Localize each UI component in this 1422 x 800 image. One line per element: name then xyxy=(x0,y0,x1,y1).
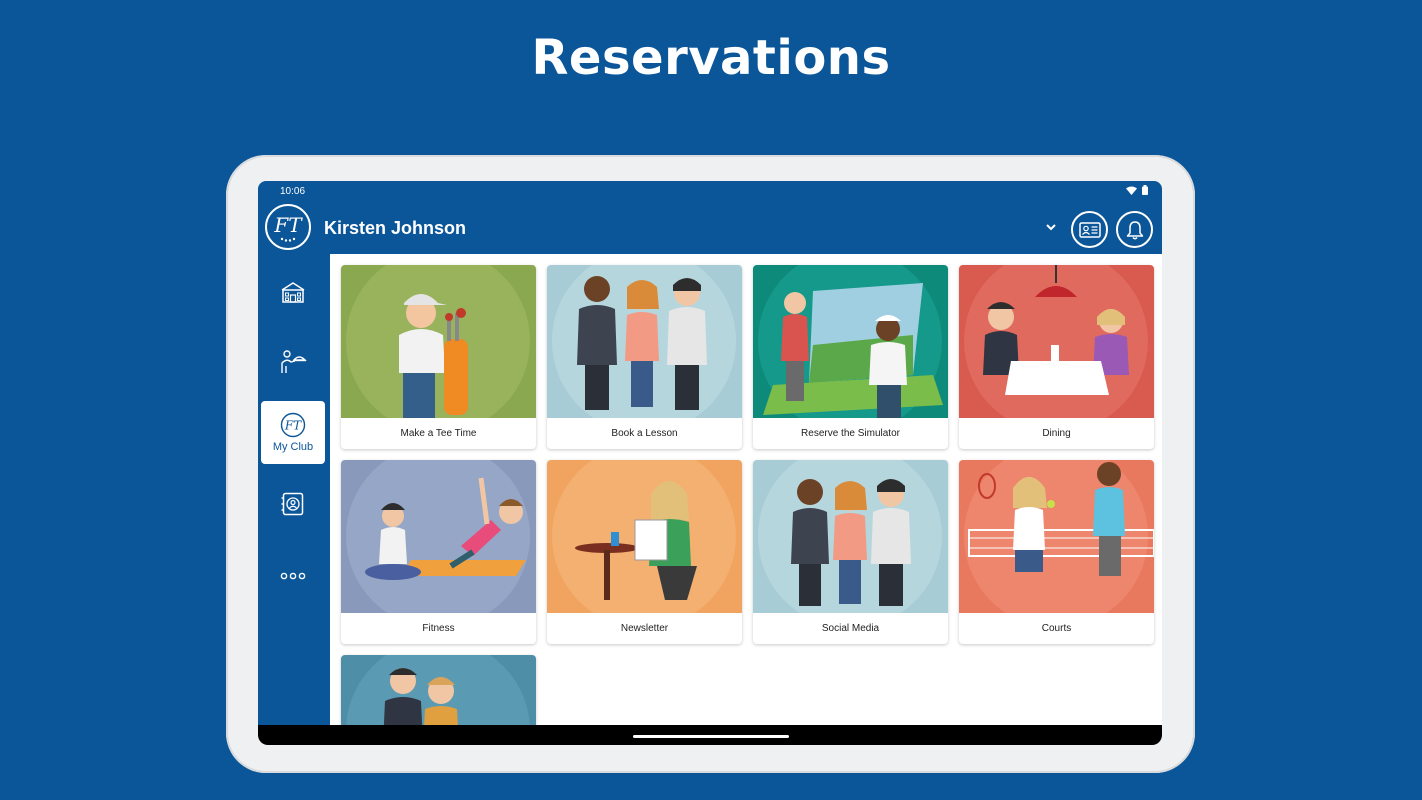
tile-tee-time[interactable]: Make a Tee Time xyxy=(341,265,536,449)
tile-illustration xyxy=(547,265,742,418)
sidebar-item-member-id[interactable] xyxy=(261,472,325,535)
tile-label: Newsletter xyxy=(620,623,669,634)
page-headline: Reservations xyxy=(531,30,891,86)
sidebar-item-more[interactable] xyxy=(261,544,325,607)
tile-fitness[interactable]: Fitness xyxy=(341,460,536,644)
sidebar-item-clubhouse[interactable] xyxy=(261,260,325,323)
notifications-button[interactable] xyxy=(1116,211,1153,248)
tile-label: Book a Lesson xyxy=(611,428,678,439)
sidebar-item-dining[interactable] xyxy=(261,330,325,393)
tile-newsletter[interactable]: Newsletter xyxy=(547,460,742,644)
tile-label: Reserve the Simulator xyxy=(801,428,900,439)
tile-label: Fitness xyxy=(422,623,455,634)
home-indicator[interactable] xyxy=(633,735,789,738)
tile-label: Make a Tee Time xyxy=(400,428,477,439)
tile-illustration xyxy=(753,265,948,418)
app-header: FT Kirsten Johnson xyxy=(258,201,1162,254)
tile-illustration xyxy=(341,460,536,613)
member-id-icon xyxy=(281,492,304,515)
sidebar-item-my-club[interactable]: FT My Club xyxy=(261,401,325,464)
tile-label: Courts xyxy=(1041,623,1072,634)
tile-illustration xyxy=(959,460,1154,613)
tile-illustration xyxy=(959,265,1154,418)
tile-illustration xyxy=(341,265,536,418)
member-card-icon xyxy=(1078,221,1101,238)
club-logo[interactable]: FT xyxy=(265,204,311,250)
svg-text:FT: FT xyxy=(284,419,302,433)
app-screen: 10:06 FT Kirsten Johnson FT My Club Make… xyxy=(258,181,1162,745)
logo-text: FT xyxy=(273,213,303,237)
reservation-grid: Make a Tee Time Book a Lesson Reserve th… xyxy=(330,254,1162,725)
tile-social-media[interactable]: Social Media xyxy=(753,460,948,644)
sidebar-nav: FT My Club xyxy=(258,254,330,725)
wifi-icon xyxy=(1126,186,1137,195)
club-logo-icon: FT xyxy=(280,412,306,438)
tile-illustration xyxy=(341,655,536,725)
tile-label: Dining xyxy=(1042,428,1071,439)
chevron-down-icon[interactable] xyxy=(1044,222,1058,232)
bell-icon xyxy=(1126,220,1143,239)
system-nav-bar xyxy=(258,725,1162,745)
member-card-button[interactable] xyxy=(1071,211,1108,248)
status-time: 10:06 xyxy=(280,186,306,197)
battery-icon xyxy=(1142,185,1148,195)
tile-illustration xyxy=(547,460,742,613)
status-bar: 10:06 xyxy=(258,181,1162,201)
more-icon xyxy=(280,572,306,579)
user-name: Kirsten Johnson xyxy=(324,218,467,238)
tile-simulator[interactable]: Reserve the Simulator xyxy=(753,265,948,449)
tile-courts[interactable]: Courts xyxy=(959,460,1154,644)
tile-dining[interactable]: Dining xyxy=(959,265,1154,449)
clubhouse-icon xyxy=(281,281,305,303)
tile-staff[interactable] xyxy=(341,655,536,725)
sidebar-item-label: My Club xyxy=(272,441,314,453)
tile-label: Social Media xyxy=(821,623,880,634)
waiter-icon xyxy=(281,349,307,373)
tile-book-lesson[interactable]: Book a Lesson xyxy=(547,265,742,449)
club-logo-icon: FT xyxy=(273,213,303,242)
tile-illustration xyxy=(753,460,948,613)
